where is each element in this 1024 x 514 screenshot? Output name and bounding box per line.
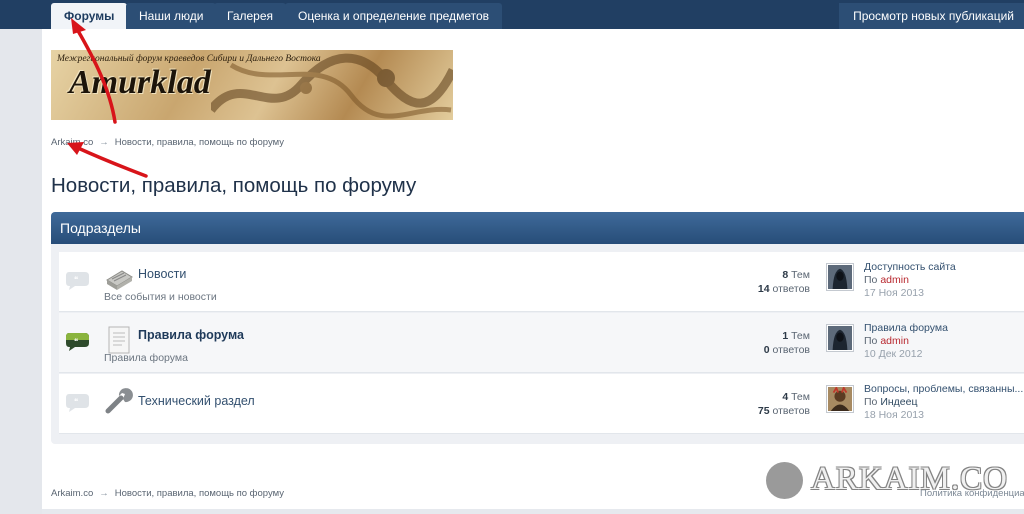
- section-header: Подразделы: [51, 212, 1024, 244]
- newspaper-icon: [106, 270, 133, 290]
- last-post-date: 10 Дек 2012: [864, 348, 923, 360]
- last-post-title-link[interactable]: Доступность сайта: [864, 261, 956, 274]
- forum-stats: 8 Тем 14 ответов: [758, 269, 810, 296]
- breadcrumb-current-link[interactable]: Новости, правила, помощь по форуму: [115, 488, 284, 499]
- view-new-content-link[interactable]: Просмотр новых публикаций: [839, 3, 1024, 29]
- forum-description: Все события и новости: [104, 291, 217, 303]
- breadcrumb-home-link[interactable]: Arkaim.co: [51, 137, 93, 148]
- last-post-info: Правила форума По admin 10 Дек 2012: [864, 322, 948, 361]
- banner-logo-text: Amurklad: [69, 64, 211, 101]
- tab-people[interactable]: Наши люди: [126, 3, 217, 29]
- forum-description: Правила форума: [104, 352, 188, 364]
- posts-label: ответов: [772, 343, 810, 356]
- site-banner-logo[interactable]: Межрегиональный форум краеведов Сибири и…: [51, 50, 453, 120]
- last-post-date: 18 Ноя 2013: [864, 409, 924, 421]
- forum-row-rules: ❝ Правила форума Правила форума 1 Тем 0 …: [59, 313, 1024, 373]
- topics-count: 8: [782, 269, 789, 281]
- svg-text:❝: ❝: [74, 275, 78, 284]
- last-post-info: Вопросы, проблемы, связанны... По Индеец…: [864, 383, 1023, 422]
- wrench-icon: [105, 388, 133, 414]
- posts-count: 75: [757, 404, 770, 417]
- unread-status-bubble-icon: ❝: [66, 333, 89, 351]
- last-post-title-link[interactable]: Правила форума: [864, 322, 948, 335]
- last-post-title-link[interactable]: Вопросы, проблемы, связанны...: [864, 383, 1023, 396]
- page-content: Межрегиональный форум краеведов Сибири и…: [42, 29, 1024, 509]
- breadcrumb-arrow: →: [99, 488, 109, 499]
- avatar[interactable]: [826, 263, 854, 291]
- document-icon: [108, 326, 130, 354]
- banner-subtitle: Межрегиональный форум краеведов Сибири и…: [57, 54, 321, 64]
- last-post-user-link[interactable]: admin: [880, 274, 909, 286]
- watermark-text: ARKAIM.CO: [811, 461, 1008, 497]
- top-navigation: Форумы Наши люди Галерея Оценка и опреде…: [0, 0, 1024, 29]
- forum-title-link[interactable]: Правила форума: [138, 328, 244, 342]
- breadcrumb: Arkaim.co → Новости, правила, помощь по фо…: [51, 137, 284, 151]
- last-post-by-label: По: [864, 396, 878, 408]
- subforums-section: Подразделы ❝ Новости Все события и новос…: [51, 212, 1024, 444]
- posts-label: ответов: [772, 282, 810, 295]
- forum-stats: 4 Тем 75 ответов: [758, 391, 810, 418]
- last-post-user-link[interactable]: admin: [880, 335, 909, 347]
- forum-title-link[interactable]: Новости: [138, 267, 186, 281]
- read-status-bubble-icon: ❝: [66, 394, 89, 412]
- posts-count: 0: [763, 343, 770, 356]
- breadcrumb-arrow: →: [99, 137, 109, 148]
- left-gutter: [0, 29, 42, 514]
- last-post-date: 17 Ноя 2013: [864, 287, 924, 299]
- topics-label: Тем: [791, 330, 810, 342]
- last-post-user-link[interactable]: Индеец: [880, 396, 917, 408]
- last-post-by-label: По: [864, 335, 878, 347]
- forum-title-link[interactable]: Технический раздел: [138, 394, 255, 408]
- svg-text:❝: ❝: [74, 337, 78, 346]
- last-post-info: Доступность сайта По admin 17 Ноя 2013: [864, 261, 956, 300]
- topics-label: Тем: [791, 269, 810, 281]
- tab-appraisal[interactable]: Оценка и определение предметов: [285, 3, 502, 29]
- posts-label: ответов: [772, 404, 810, 417]
- topics-label: Тем: [791, 391, 810, 403]
- forum-stats: 1 Тем 0 ответов: [764, 330, 810, 357]
- breadcrumb-current-link[interactable]: Новости, правила, помощь по форуму: [115, 137, 284, 148]
- tab-gallery[interactable]: Галерея: [214, 3, 287, 29]
- page-title: Новости, правила, помощь по форуму: [51, 174, 417, 197]
- forum-row-news: ❝ Новости Все события и новости 8 Тем 14…: [59, 252, 1024, 312]
- breadcrumb-home-link[interactable]: Arkaim.co: [51, 488, 93, 499]
- forum-row-technical: ❝ Технический раздел 4 Тем 75 ответов Во…: [59, 374, 1024, 434]
- topics-count: 4: [782, 391, 789, 403]
- footer-breadcrumb: Arkaim.co → Новости, правила, помощь по фо…: [51, 488, 284, 502]
- svg-text:❝: ❝: [74, 397, 78, 406]
- read-status-bubble-icon: ❝: [66, 272, 89, 290]
- last-post-by-label: По: [864, 274, 878, 286]
- watermark-dot-icon: [766, 462, 803, 499]
- posts-count: 14: [757, 282, 770, 295]
- avatar[interactable]: [826, 385, 854, 413]
- avatar[interactable]: [826, 324, 854, 352]
- topics-count: 1: [782, 330, 789, 342]
- tab-forums[interactable]: Форумы: [51, 3, 128, 29]
